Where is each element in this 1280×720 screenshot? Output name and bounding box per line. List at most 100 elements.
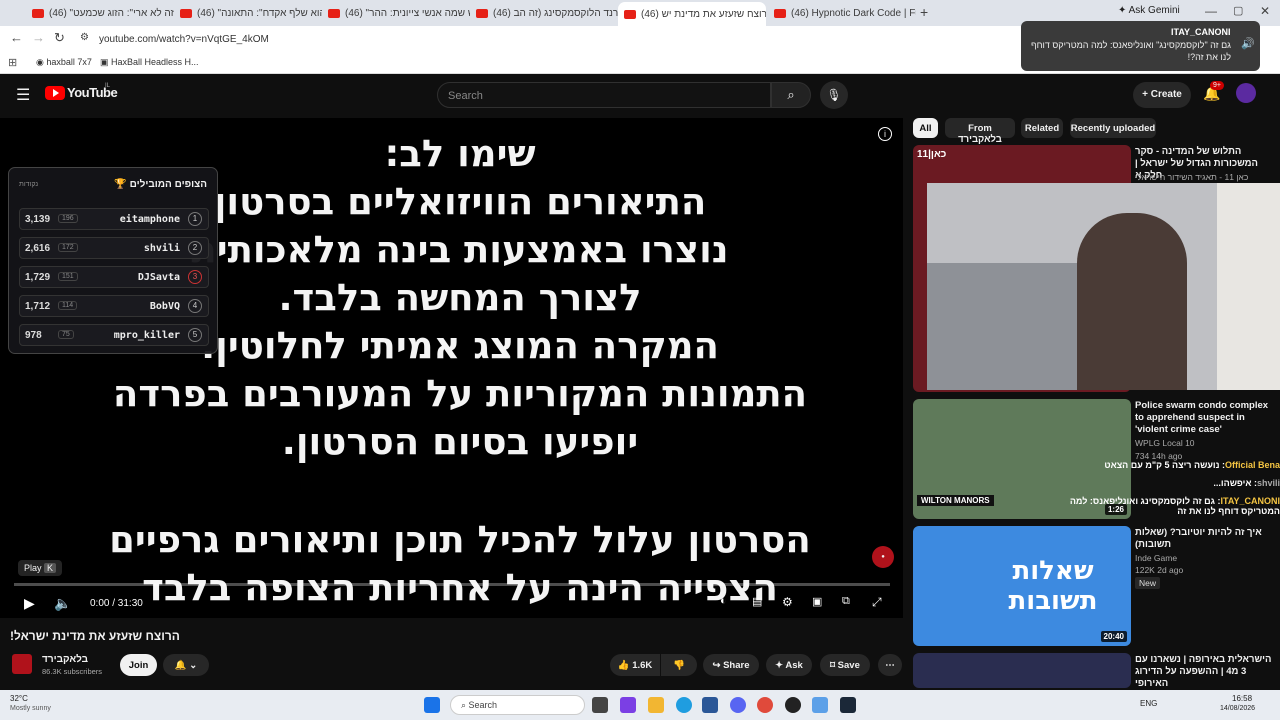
time-display: 0:00 / 31:30 — [90, 598, 143, 609]
search-icon[interactable]: ⌕ — [771, 82, 811, 108]
related-title[interactable]: Police swarm condo complex to apprehend … — [1135, 400, 1275, 436]
weather-temp[interactable]: 32°C — [10, 694, 28, 703]
youtube-favicon-icon — [774, 8, 786, 18]
info-icon[interactable]: i — [878, 127, 892, 141]
channel-watermark[interactable]: ● — [872, 546, 894, 568]
obs-icon[interactable] — [785, 697, 801, 713]
close-window-icon[interactable]: ✕ — [1260, 4, 1270, 18]
search-input[interactable]: Search — [437, 82, 771, 108]
browser-tab[interactable]: (46) Hypnotic Dark Code | Futu...✕ — [768, 3, 916, 23]
cast-icon[interactable]: ⧉ — [842, 595, 850, 608]
subtitles-icon[interactable]: ▤ — [752, 595, 762, 608]
share-button[interactable]: ↪ Share — [703, 654, 759, 676]
steam-icon[interactable] — [840, 697, 856, 713]
windows-start-icon[interactable] — [424, 697, 440, 713]
video-text-line: הצפייה הינה על אחריות הצופה בלבד — [142, 566, 778, 609]
back-icon[interactable]: ← — [10, 30, 23, 45]
stream-chat-line: Official Bena: נועשה ריצה 5 ק"מ עם הצאט — [1104, 460, 1280, 470]
region-code: IL — [105, 83, 111, 89]
dislike-button[interactable]: 👎 — [661, 654, 697, 676]
fullscreen-icon[interactable]: ⤢ — [872, 595, 882, 610]
browser-tab[interactable]: (46) "זה לא ארי": הזוג שכמעט...✕ — [26, 3, 174, 23]
like-button[interactable]: 👍 1.6K — [610, 654, 660, 676]
ask-button[interactable]: ✦ Ask — [766, 654, 812, 676]
related-channel[interactable]: WPLG Local 10 — [1135, 438, 1195, 448]
leaderboard-subtitle: נקודות — [19, 181, 39, 188]
file-explorer-icon[interactable] — [648, 697, 664, 713]
taskbar-search[interactable]: ⌕ Search — [450, 695, 585, 715]
chip-related[interactable]: Related — [1021, 118, 1063, 138]
language-indicator[interactable]: ENG — [1140, 699, 1157, 708]
youtube-header: ☰ YouTube IL Search ⌕ 🎙 + Create 🔔 9+ — [0, 75, 1280, 115]
speaker-icon[interactable]: 🔊 — [1241, 37, 1255, 50]
chip-from-channel[interactable]: From בלאקבירד — [945, 118, 1015, 145]
task-view-icon[interactable] — [592, 697, 608, 713]
reload-icon[interactable]: ↻ — [54, 30, 65, 46]
chat-popup: ITAY_CANONI גם זה "לוקסמקסינג" ואונליפאנ… — [1021, 21, 1260, 71]
chip-recently-uploaded[interactable]: Recently uploaded — [1070, 118, 1156, 138]
youtube-favicon-icon — [328, 8, 340, 18]
related-channel[interactable]: Inde Game — [1135, 553, 1177, 563]
apps-grid-icon[interactable]: ⊞ — [8, 56, 17, 69]
url-field[interactable]: youtube.com/watch?v=nVqtGE_4kOM — [99, 34, 269, 45]
notification-bell-dropdown[interactable]: 🔔 ⌄ — [163, 654, 209, 676]
store-icon[interactable] — [702, 697, 718, 713]
new-tab-icon[interactable]: + — [920, 4, 928, 20]
volume-icon[interactable]: 🔈 — [54, 595, 71, 612]
ask-gemini-button[interactable]: ✦ Ask Gemini — [1118, 5, 1180, 16]
edge-icon[interactable] — [676, 697, 692, 713]
leaderboard-overlay: נקודות הצופים המובילים 🏆 3,139 196 eitamph… — [8, 167, 218, 354]
chat-popup-message: גם זה "לוקסמקסינג" ואונליפאנס: למה המטרי… — [1031, 40, 1231, 62]
minimize-icon[interactable]: — — [1205, 4, 1217, 18]
clock-date[interactable]: 14/08/2026 — [1220, 705, 1255, 712]
avatar[interactable] — [1236, 83, 1256, 103]
notification-badge: 9+ — [1210, 81, 1224, 90]
leaderboard-row: 978 75 mpro_killer 5 — [19, 324, 209, 346]
play-icon[interactable]: ▶ — [24, 595, 35, 612]
bookmark-item[interactable]: ▣ HaxBall Headless H... — [100, 57, 199, 68]
weather-text[interactable]: Mostly sunny — [10, 705, 51, 712]
stream-chat-line: shvili: איפשהו... — [1213, 478, 1280, 488]
miniplayer-icon[interactable]: ▣ — [812, 595, 822, 608]
related-thumbnail[interactable] — [913, 653, 1131, 688]
progress-bar[interactable] — [14, 583, 890, 586]
channel-avatar[interactable] — [12, 654, 32, 674]
video-text-line: יופיעו בסיום הסרטון. — [281, 420, 639, 463]
webcam-person — [1077, 213, 1187, 390]
chip-all[interactable]: All — [913, 118, 938, 138]
discord-icon[interactable] — [730, 697, 746, 713]
play-tooltip: Play K — [18, 560, 63, 576]
new-badge: New — [1135, 577, 1161, 589]
teams-icon[interactable] — [620, 697, 636, 713]
youtube-favicon-icon — [32, 8, 44, 18]
maximize-icon[interactable]: ▢ — [1233, 4, 1243, 17]
bookmark-item[interactable]: ◉ haxball 7x7 — [36, 57, 92, 68]
create-button[interactable]: + Create — [1133, 82, 1191, 108]
channel-name[interactable]: בלאקבירד — [42, 654, 88, 665]
related-meta: 122K 2d ago — [1135, 565, 1184, 575]
webcam-window — [1217, 183, 1280, 390]
related-thumbnail[interactable]: שאלות תשובות 20:40 — [913, 526, 1131, 646]
browser-tab[interactable]: (46) טרנד הלוקסמקסינג (זה הב...✕ — [470, 3, 618, 23]
join-button[interactable]: Join — [120, 654, 157, 676]
settings-gear-icon[interactable]: ⚙ — [782, 595, 793, 609]
microphone-icon[interactable]: 🎙 — [820, 81, 848, 109]
menu-icon[interactable]: ☰ — [16, 85, 30, 105]
clock-time[interactable]: 16:58 — [1232, 694, 1252, 703]
chrome-icon[interactable] — [757, 697, 773, 713]
app-icon[interactable] — [812, 697, 828, 713]
site-info-icon[interactable]: ⚙ — [80, 32, 89, 43]
related-title[interactable]: הישראלית באירופה | נשארנו עם 3 מ4 | ההשפ… — [1135, 654, 1275, 690]
thumbs-down-icon: 👎 — [673, 660, 685, 671]
browser-tab[interactable]: (46) "יש שמה אנשי צייונית: ההר...✕ — [322, 3, 470, 23]
youtube-logo-icon[interactable] — [45, 86, 65, 100]
stream-chat-line: ITAY_CANONI: גם זה לוקסמקסינג ואונליפאנס… — [1069, 496, 1280, 516]
related-channel[interactable]: כאן 11 - תאגיד השידור הישראלי — [1135, 172, 1248, 182]
more-actions-icon[interactable]: ⋯ — [878, 654, 902, 676]
autoplay-toggle[interactable]: ◐ — [720, 595, 727, 607]
related-title[interactable]: איך זה להיות יוטיובר? (שאלות תשובות) — [1135, 527, 1275, 551]
save-button[interactable]: ⌑ Save — [820, 654, 870, 676]
forward-icon[interactable]: → — [32, 30, 45, 45]
browser-tab-active[interactable]: (46) הרוצח שזעזע את מדינת יש...✕ — [618, 2, 766, 26]
browser-tab[interactable]: (46) "הוא שלף אקדח": התאונה...✕ — [174, 3, 322, 23]
